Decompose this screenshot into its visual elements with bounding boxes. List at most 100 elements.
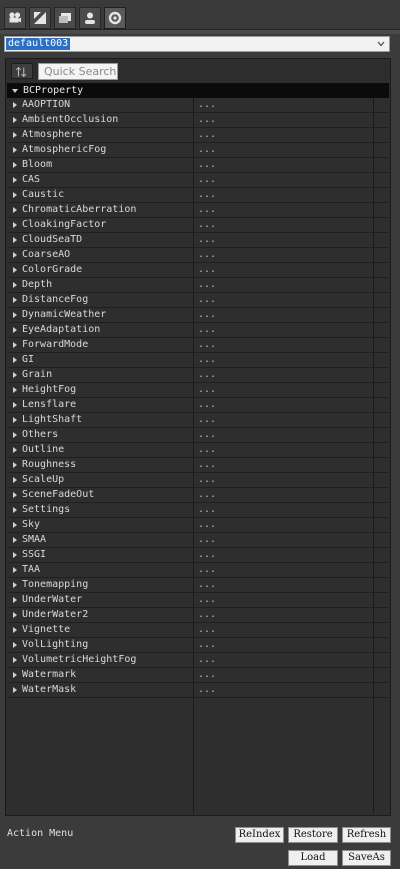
property-row[interactable]: ChromaticAberration...	[7, 203, 389, 218]
expand-arrow-icon[interactable]	[13, 207, 17, 213]
property-row[interactable]: CAS...	[7, 173, 389, 188]
property-value[interactable]: ...	[198, 158, 216, 172]
property-row[interactable]: Roughness...	[7, 458, 389, 473]
property-row[interactable]: ScaleUp...	[7, 473, 389, 488]
expand-arrow-icon[interactable]	[13, 282, 17, 288]
property-row[interactable]: VolLighting...	[7, 638, 389, 653]
tab-folder[interactable]	[54, 7, 76, 29]
property-row[interactable]: Watermark...	[7, 668, 389, 683]
property-value[interactable]: ...	[198, 398, 216, 412]
property-row[interactable]: Depth...	[7, 278, 389, 293]
tree-root-row[interactable]: BCProperty	[7, 83, 389, 98]
load-button[interactable]: Load	[288, 850, 338, 866]
expand-arrow-icon[interactable]	[13, 537, 17, 543]
expand-arrow-icon[interactable]	[13, 642, 17, 648]
expand-arrow-icon[interactable]	[13, 117, 17, 123]
property-value[interactable]: ...	[198, 338, 216, 352]
property-row[interactable]: Lensflare...	[7, 398, 389, 413]
expand-arrow-icon[interactable]	[13, 162, 17, 168]
property-value[interactable]: ...	[198, 173, 216, 187]
property-value[interactable]: ...	[198, 638, 216, 652]
expand-arrow-icon[interactable]	[13, 522, 17, 528]
property-value[interactable]: ...	[198, 593, 216, 607]
property-row[interactable]: AmbientOcclusion...	[7, 113, 389, 128]
property-row[interactable]: AtmosphericFog...	[7, 143, 389, 158]
property-row[interactable]: Atmosphere...	[7, 128, 389, 143]
expand-arrow-icon[interactable]	[13, 417, 17, 423]
property-value[interactable]: ...	[198, 293, 216, 307]
property-row[interactable]: CoarseAO...	[7, 248, 389, 263]
expand-arrow-icon[interactable]	[13, 222, 17, 228]
property-value[interactable]: ...	[198, 323, 216, 337]
expand-arrow-icon[interactable]	[13, 177, 17, 183]
property-value[interactable]: ...	[198, 548, 216, 562]
property-row[interactable]: Vignette...	[7, 623, 389, 638]
property-row[interactable]: SceneFadeOut...	[7, 488, 389, 503]
property-row[interactable]: AAOPTION...	[7, 98, 389, 113]
property-value[interactable]: ...	[198, 233, 216, 247]
property-value[interactable]: ...	[198, 143, 216, 157]
property-value[interactable]: ...	[198, 218, 216, 232]
expand-arrow-icon[interactable]	[13, 567, 17, 573]
expand-arrow-icon[interactable]	[13, 147, 17, 153]
property-row[interactable]: DistanceFog...	[7, 293, 389, 308]
property-row[interactable]: VolumetricHeightFog...	[7, 653, 389, 668]
property-value[interactable]: ...	[198, 98, 216, 112]
property-value[interactable]: ...	[198, 578, 216, 592]
property-value[interactable]: ...	[198, 113, 216, 127]
property-value[interactable]: ...	[198, 263, 216, 277]
expand-arrow-icon[interactable]	[13, 552, 17, 558]
property-value[interactable]: ...	[198, 203, 216, 217]
expand-arrow-icon[interactable]	[13, 192, 17, 198]
expand-arrow-icon[interactable]	[13, 447, 17, 453]
property-value[interactable]: ...	[198, 308, 216, 322]
property-row[interactable]: WaterMask...	[7, 683, 389, 698]
preset-dropdown[interactable]: default003	[4, 36, 390, 52]
expand-arrow-icon[interactable]	[13, 462, 17, 468]
property-value[interactable]: ...	[198, 683, 216, 697]
expand-arrow-icon[interactable]	[13, 597, 17, 603]
property-value[interactable]: ...	[198, 428, 216, 442]
tab-settings[interactable]	[104, 7, 126, 29]
property-value[interactable]: ...	[198, 473, 216, 487]
property-row[interactable]: Bloom...	[7, 158, 389, 173]
expand-arrow-icon[interactable]	[13, 372, 17, 378]
property-row[interactable]: LightShaft...	[7, 413, 389, 428]
tab-camera[interactable]	[4, 7, 26, 29]
expand-arrow-icon[interactable]	[13, 402, 17, 408]
quick-search-input[interactable]: Quick Search	[38, 63, 118, 80]
property-row[interactable]: Settings...	[7, 503, 389, 518]
expand-arrow-icon[interactable]	[13, 357, 17, 363]
property-row[interactable]: Grain...	[7, 368, 389, 383]
property-row[interactable]: HeightFog...	[7, 383, 389, 398]
property-value[interactable]: ...	[198, 488, 216, 502]
property-row[interactable]: SMAA...	[7, 533, 389, 548]
expand-arrow-icon[interactable]	[13, 267, 17, 273]
expand-arrow-icon[interactable]	[13, 582, 17, 588]
expand-arrow-icon[interactable]	[13, 477, 17, 483]
expand-arrow-icon[interactable]	[13, 657, 17, 663]
property-row[interactable]: UnderWater...	[7, 593, 389, 608]
property-value[interactable]: ...	[198, 623, 216, 637]
expand-arrow-icon[interactable]	[13, 132, 17, 138]
expand-arrow-icon[interactable]	[13, 387, 17, 393]
property-value[interactable]: ...	[198, 278, 216, 292]
property-row[interactable]: DynamicWeather...	[7, 308, 389, 323]
property-row[interactable]: GI...	[7, 353, 389, 368]
expanded-arrow-icon[interactable]	[12, 89, 18, 93]
property-value[interactable]: ...	[198, 668, 216, 682]
property-row[interactable]: ForwardMode...	[7, 338, 389, 353]
expand-arrow-icon[interactable]	[13, 237, 17, 243]
property-value[interactable]: ...	[198, 563, 216, 577]
property-row[interactable]: EyeAdaptation...	[7, 323, 389, 338]
expand-arrow-icon[interactable]	[13, 492, 17, 498]
property-value[interactable]: ...	[198, 443, 216, 457]
property-value[interactable]: ...	[198, 188, 216, 202]
property-value[interactable]: ...	[198, 248, 216, 262]
property-value[interactable]: ...	[198, 458, 216, 472]
property-row[interactable]: Others...	[7, 428, 389, 443]
tab-person[interactable]	[79, 7, 101, 29]
expand-arrow-icon[interactable]	[13, 687, 17, 693]
expand-arrow-icon[interactable]	[13, 312, 17, 318]
refresh-button[interactable]: Refresh	[342, 827, 391, 843]
